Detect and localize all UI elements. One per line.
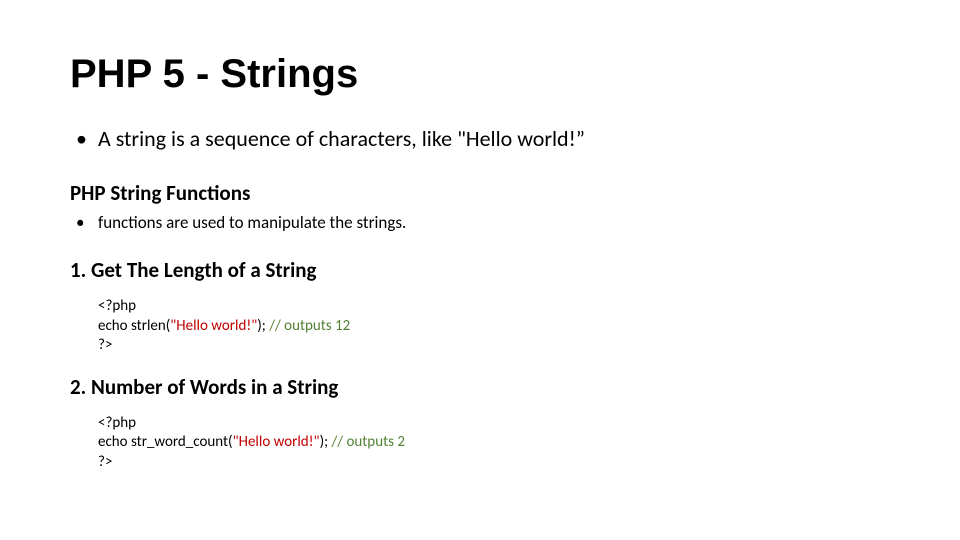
code-token: <?php	[98, 414, 136, 432]
code-string: "Hello world!"	[170, 317, 257, 335]
code-token: <?php	[98, 297, 136, 315]
example2-code: <?php echo str_word_count("Hello world!"…	[98, 414, 890, 473]
code-string: "Hello world!"	[233, 433, 320, 451]
code-token: echo str_word_count(	[98, 433, 233, 451]
code-token: echo strlen(	[98, 317, 170, 335]
code-token: );	[320, 433, 332, 451]
intro-bullet: A string is a sequence of characters, li…	[70, 125, 890, 152]
page-title: PHP 5 - Strings	[70, 52, 890, 97]
code-token: ?>	[98, 336, 112, 354]
example1-heading: 1. Get The Length of a String	[70, 257, 890, 283]
example1-code: <?php echo strlen("Hello world!"); // ou…	[98, 297, 890, 356]
code-token: ?>	[98, 453, 112, 471]
code-comment: // outputs 2	[332, 433, 405, 451]
functions-heading: PHP String Functions	[70, 180, 890, 206]
code-token: );	[257, 317, 269, 335]
code-comment: // outputs 12	[269, 317, 350, 335]
functions-bullet: functions are used to manipulate the str…	[70, 212, 890, 233]
example2-heading: 2. Number of Words in a String	[70, 374, 890, 400]
slide: PHP 5 - Strings A string is a sequence o…	[0, 0, 960, 540]
